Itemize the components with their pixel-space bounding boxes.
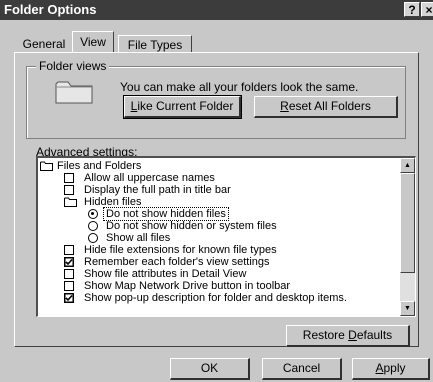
reset-all-accel: R	[280, 99, 289, 113]
list-item-label: Show file attributes in Detail View	[84, 268, 247, 280]
list-item[interactable]: Do not show hidden or system files	[88, 220, 388, 232]
apply-accel: A	[375, 361, 384, 375]
restore-defaults-accel: D	[348, 328, 357, 342]
like-current-folder-button[interactable]: Like Current Folder	[123, 95, 242, 119]
list-item[interactable]: Show Map Network Drive button in toolbar	[64, 280, 394, 292]
checkbox-checked-icon[interactable]	[64, 293, 74, 303]
list-item[interactable]: Remember each folder's view settings	[64, 256, 394, 268]
list-item[interactable]: Hide file extensions for known file type…	[64, 244, 394, 256]
list-item[interactable]: Show pop-up description for folder and d…	[64, 292, 399, 304]
reset-all-folders-button[interactable]: Reset All Folders	[254, 96, 398, 118]
radio-icon[interactable]	[88, 221, 98, 231]
like-current-label: ike Current Folder	[137, 99, 234, 113]
tab-file-types[interactable]: File Types	[118, 35, 192, 53]
list-item-label: Allow all uppercase names	[84, 172, 215, 184]
list-item-label: Show all files	[106, 232, 171, 244]
list-item[interactable]: Display the full path in title bar	[64, 184, 384, 196]
checkbox-icon[interactable]	[64, 269, 74, 279]
scroll-down-arrow-icon[interactable]: ▼	[400, 301, 415, 316]
list-item-label: Do not show hidden files	[103, 207, 229, 221]
restore-defaults-label-rest: efaults	[356, 328, 393, 342]
folder-views-description: You can make all your folders look the s…	[120, 80, 359, 94]
folder-icon	[64, 197, 77, 207]
list-item-label: Remember each folder's view settings	[84, 256, 270, 268]
scroll-up-arrow-icon[interactable]: ▲	[400, 158, 415, 173]
checkbox-checked-icon[interactable]	[64, 257, 74, 267]
ok-button[interactable]: OK	[170, 358, 250, 380]
list-item-label: Do not show hidden or system files	[106, 220, 277, 232]
list-item[interactable]: Show all files	[88, 232, 388, 244]
list-item[interactable]: Show file attributes in Detail View	[64, 268, 394, 280]
cancel-button[interactable]: Cancel	[262, 358, 342, 380]
folder-icon	[55, 81, 93, 104]
radio-selected-icon[interactable]	[88, 209, 98, 219]
list-item[interactable]: Allow all uppercase names	[64, 172, 384, 184]
list-item-label: Display the full path in title bar	[84, 184, 231, 196]
folder-views-label: Folder views	[36, 59, 110, 73]
reset-all-label: eset All Folders	[288, 99, 371, 113]
scroll-thumb[interactable]	[400, 173, 415, 273]
checkbox-icon[interactable]	[64, 281, 74, 291]
checkbox-icon[interactable]	[64, 185, 74, 195]
restore-defaults-label-before: Restore	[302, 328, 349, 342]
list-item-label: Show pop-up description for folder and d…	[84, 292, 347, 304]
title-bar[interactable]: Folder Options ? ×	[0, 0, 433, 20]
list-item[interactable]: Files and Folders	[40, 160, 380, 172]
apply-label: pply	[383, 361, 406, 375]
list-item-label: Hide file extensions for known file type…	[84, 244, 277, 256]
tab-general[interactable]: General	[18, 35, 70, 53]
restore-defaults-button[interactable]: Restore Defaults	[286, 325, 410, 347]
close-button[interactable]: ×	[421, 2, 433, 17]
advanced-settings-list[interactable]: Files and Folders Allow all uppercase na…	[36, 156, 416, 317]
folder-options-dialog: Folder Options ? × General View File Typ…	[0, 0, 433, 382]
folder-icon	[40, 161, 53, 171]
tab-view[interactable]: View	[72, 31, 114, 53]
help-button[interactable]: ?	[404, 2, 420, 17]
vertical-scrollbar[interactable]: ▲ ▼	[400, 158, 415, 316]
checkbox-icon[interactable]	[64, 245, 74, 255]
radio-icon[interactable]	[88, 233, 98, 243]
list-item-label: Files and Folders	[57, 160, 142, 172]
list-item[interactable]: Do not show hidden files	[88, 207, 388, 221]
list-item-label: Show Map Network Drive button in toolbar	[84, 280, 291, 292]
apply-button[interactable]: Apply	[352, 358, 430, 380]
window-title: Folder Options	[4, 2, 97, 17]
checkbox-icon[interactable]	[64, 173, 74, 183]
